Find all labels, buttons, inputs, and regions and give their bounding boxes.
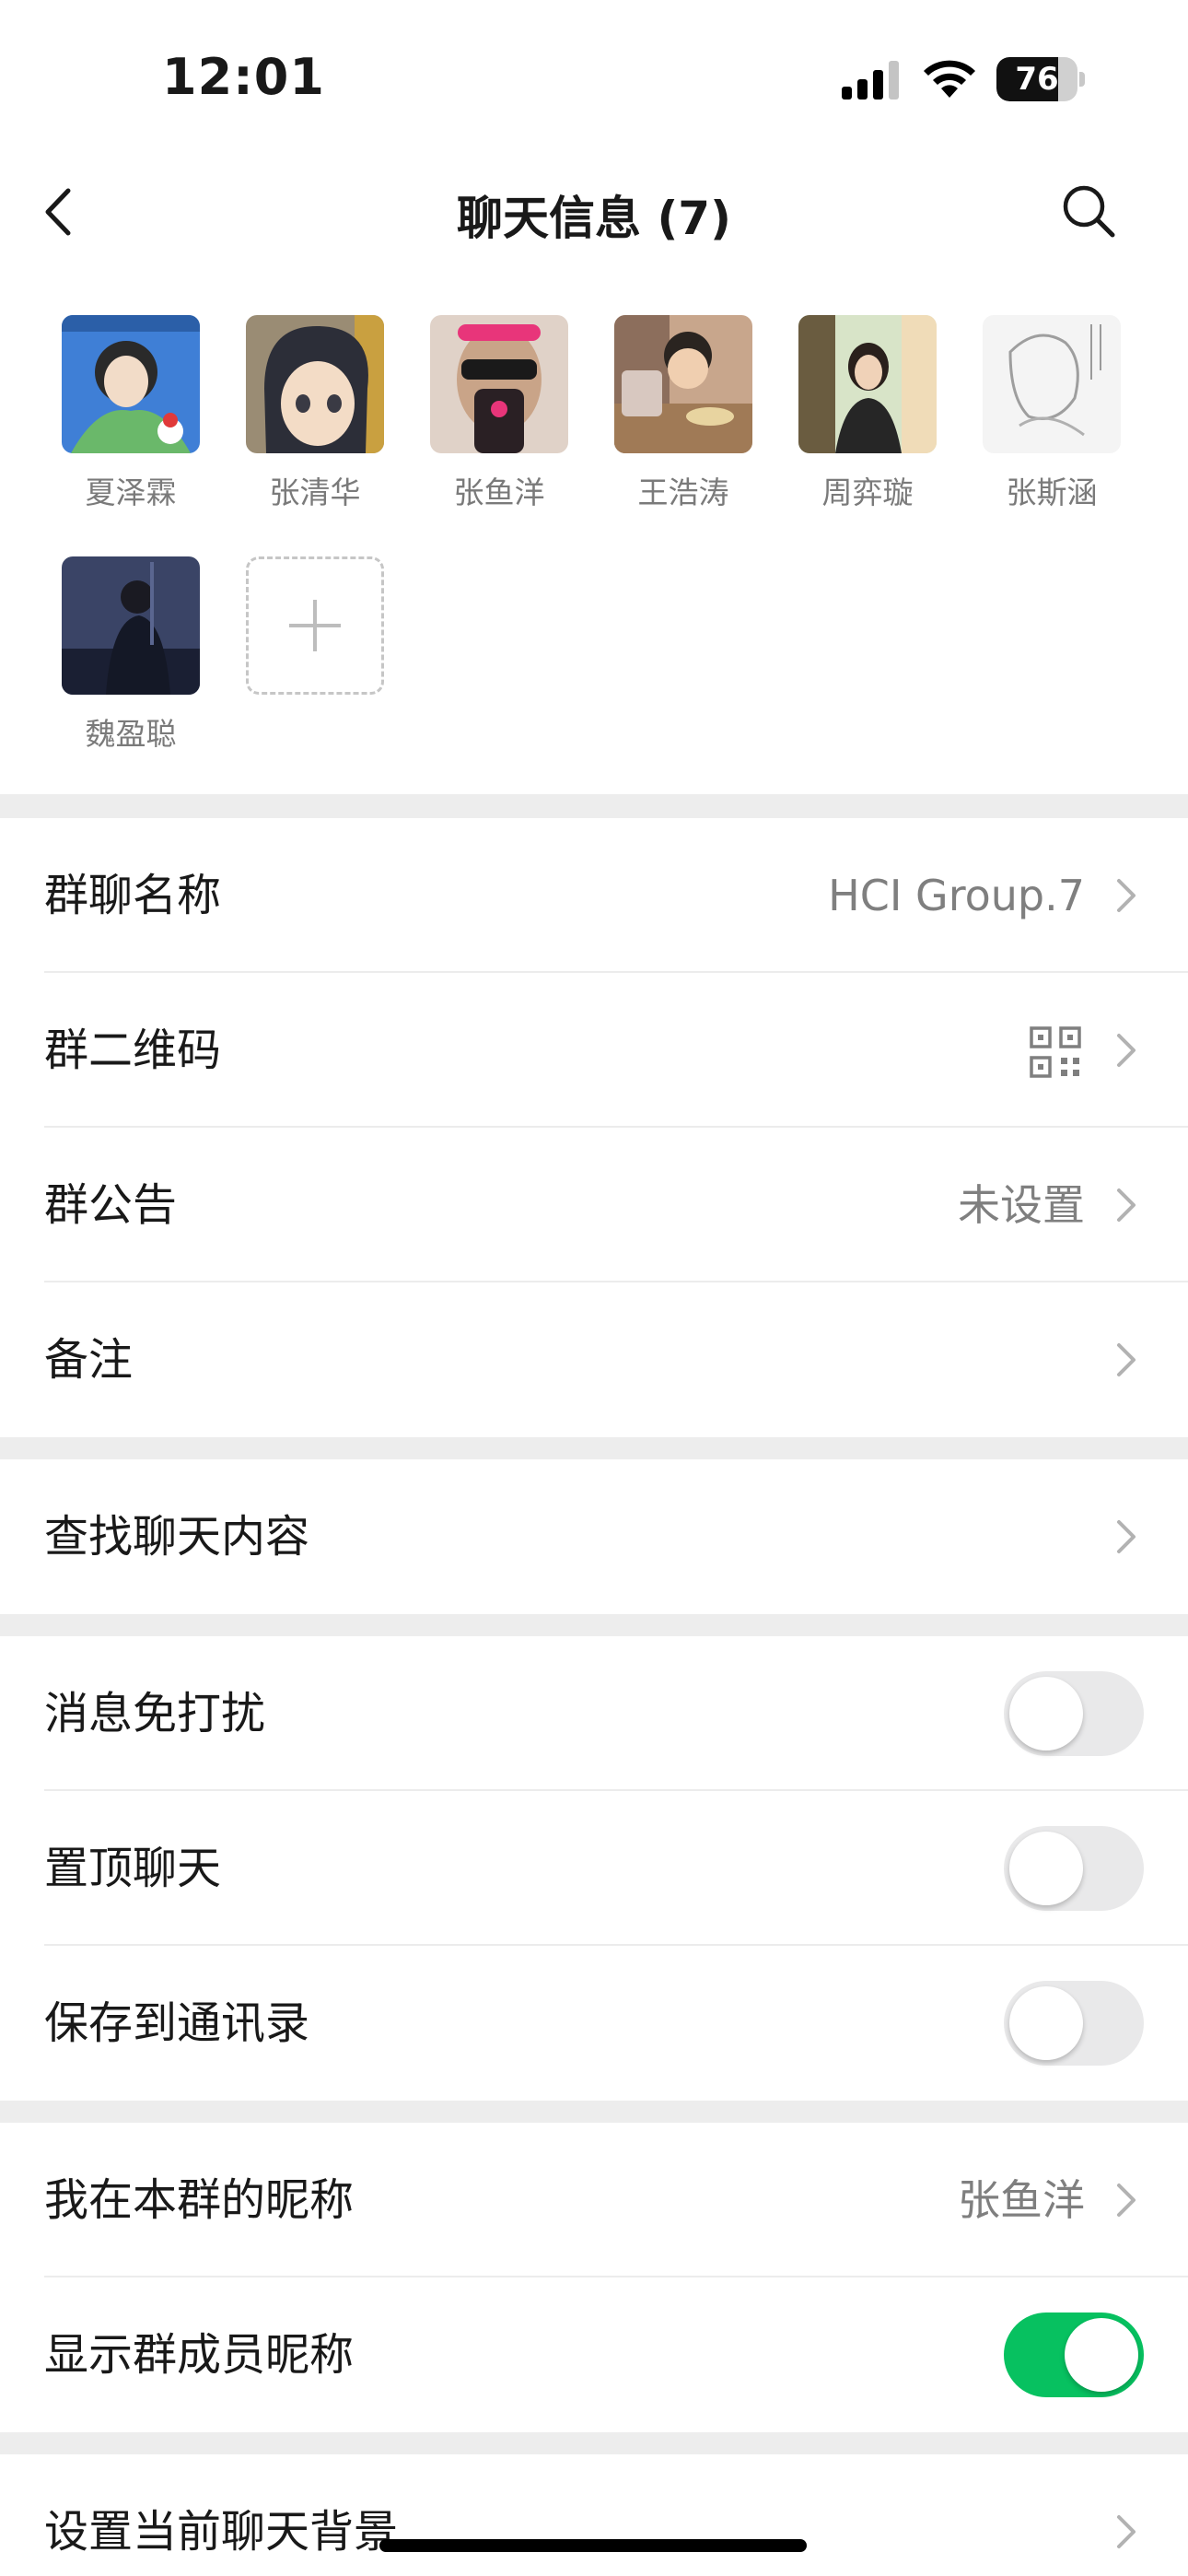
member-name: 夏泽霖: [85, 474, 177, 510]
group-notice-row[interactable]: 群公告 未设置: [0, 1128, 1188, 1282]
cellular-signal-icon: [842, 61, 899, 100]
member-name: 魏盈聪: [85, 716, 177, 752]
chevron-right-icon: [1117, 879, 1136, 912]
section-separator: [0, 2101, 1188, 2123]
member-item[interactable]: 王浩涛: [589, 304, 755, 516]
save-contacts-row: 保存到通讯录: [0, 1946, 1188, 2101]
avatar[interactable]: [430, 315, 568, 453]
member-item[interactable]: 夏泽霖: [37, 304, 203, 516]
status-time: 12:01: [162, 48, 325, 106]
mute-label: 消息免打扰: [44, 1688, 266, 1739]
group-qr-label: 群二维码: [44, 1025, 222, 1076]
member-item[interactable]: 周弈璇: [774, 304, 939, 516]
status-bar: 12:01 76: [0, 0, 1188, 161]
avatar[interactable]: [983, 315, 1121, 453]
add-member-button[interactable]: [221, 545, 387, 757]
my-nickname-label: 我在本群的昵称: [44, 2174, 355, 2226]
section-separator: [0, 2432, 1188, 2454]
chevron-right-icon: [1117, 1520, 1136, 1553]
avatar[interactable]: [62, 556, 200, 695]
group-name-label: 群聊名称: [44, 870, 222, 921]
member-name: 张清华: [269, 474, 361, 510]
mute-toggle[interactable]: [1004, 1671, 1144, 1756]
my-nickname-row[interactable]: 我在本群的昵称 张鱼洋: [0, 2123, 1188, 2277]
member-item[interactable]: 张斯涵: [958, 304, 1124, 516]
chat-background-row[interactable]: 设置当前聊天背景: [0, 2454, 1188, 2576]
group-notice-label: 群公告: [44, 1179, 178, 1231]
chevron-right-icon: [1117, 1343, 1136, 1376]
battery-level: 76: [1015, 61, 1059, 98]
battery-icon: 76: [996, 57, 1085, 101]
wifi-icon: [924, 60, 975, 98]
avatar[interactable]: [614, 315, 752, 453]
member-name: 王浩涛: [637, 474, 729, 510]
pin-row: 置顶聊天: [0, 1791, 1188, 1946]
mute-row: 消息免打扰: [0, 1636, 1188, 1791]
avatar[interactable]: [246, 315, 384, 453]
add-member-box[interactable]: [246, 556, 384, 695]
qr-code-icon: [1030, 1026, 1081, 1078]
section-separator: [0, 794, 1188, 818]
member-item[interactable]: 张清华: [221, 304, 387, 516]
show-nicknames-label: 显示群成员昵称: [44, 2329, 355, 2381]
remark-label: 备注: [44, 1334, 134, 1386]
save-contacts-label: 保存到通讯录: [44, 1997, 310, 2049]
member-item[interactable]: 张鱼洋: [405, 304, 571, 516]
group-notice-value: 未设置: [958, 1180, 1085, 1230]
search-icon[interactable]: [1059, 181, 1118, 240]
plus-icon: [289, 600, 341, 651]
chevron-right-icon: [1117, 1034, 1136, 1067]
pin-label: 置顶聊天: [44, 1843, 222, 1894]
save-contacts-toggle[interactable]: [1004, 1981, 1144, 2066]
chevron-right-icon: [1117, 2184, 1136, 2217]
show-nicknames-toggle[interactable]: [1004, 2313, 1144, 2397]
avatar[interactable]: [798, 315, 937, 453]
chat-background-label: 设置当前聊天背景: [44, 2506, 399, 2558]
group-name-row[interactable]: 群聊名称 HCI Group.7: [0, 818, 1188, 973]
chevron-right-icon: [1117, 1188, 1136, 1222]
my-nickname-value: 张鱼洋: [958, 2175, 1085, 2225]
member-name: 张斯涵: [1006, 474, 1098, 510]
group-qr-row[interactable]: 群二维码: [0, 973, 1188, 1128]
page-title: 聊天信息 (7): [457, 192, 731, 245]
member-item[interactable]: 魏盈聪: [37, 545, 203, 757]
member-name: 张鱼洋: [453, 474, 545, 510]
show-nicknames-row: 显示群成员昵称: [0, 2277, 1188, 2432]
member-name: 周弈璇: [821, 474, 914, 510]
section-separator: [0, 1614, 1188, 1636]
search-chat-row[interactable]: 查找聊天内容: [0, 1459, 1188, 1614]
member-grid: 夏泽霖 张清华 张鱼洋 王浩涛 周弈璇 张斯涵 魏盈聪: [0, 304, 1188, 792]
chevron-right-icon: [1117, 2515, 1136, 2548]
section-separator: [0, 1437, 1188, 1459]
group-name-value: HCI Group.7: [828, 871, 1085, 920]
search-chat-label: 查找聊天内容: [44, 1511, 310, 1563]
avatar[interactable]: [62, 315, 200, 453]
home-indicator[interactable]: [379, 2539, 807, 2552]
nav-bar: 聊天信息 (7): [0, 161, 1188, 263]
remark-row[interactable]: 备注: [0, 1282, 1188, 1437]
pin-toggle[interactable]: [1004, 1826, 1144, 1911]
